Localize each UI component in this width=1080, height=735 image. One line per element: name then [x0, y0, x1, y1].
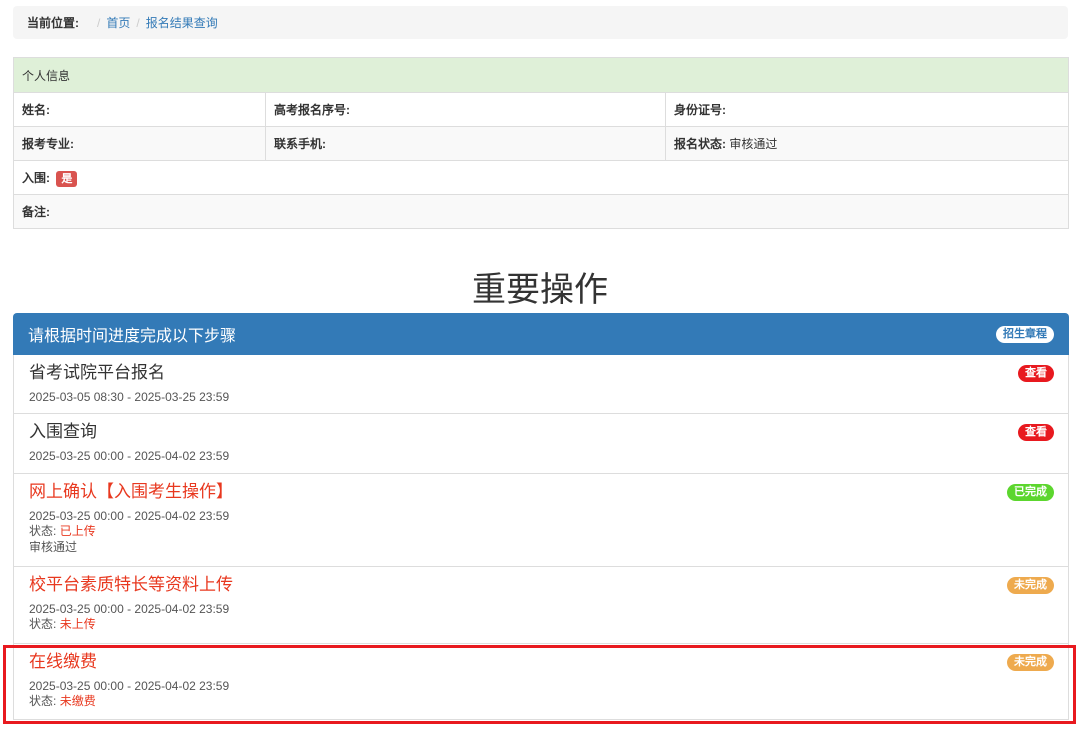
step-item-online-payment: 在线缴费 2025-03-25 00:00 - 2025-04-02 23:59… [13, 644, 1069, 720]
shortlist-label: 入围: [22, 170, 50, 185]
personal-info-header: 个人信息 [13, 57, 1069, 93]
incomplete-badge: 未完成 [1007, 577, 1054, 594]
step-time: 2025-03-25 00:00 - 2025-04-02 23:59 [29, 449, 230, 463]
registration-status-value: 审核通过 [729, 137, 778, 151]
step-item-online-confirmation: 网上确认【入围考生操作】 2025-03-25 00:00 - 2025-04-… [13, 474, 1069, 567]
id-number-label: 身份证号: [665, 92, 1069, 127]
step-status-label: 状态: [29, 617, 57, 631]
table-row: 姓名: 高考报名序号: 身份证号: [13, 92, 1069, 127]
breadcrumb: 当前位置: / 首页 / 报名结果查询 [13, 6, 1068, 39]
breadcrumb-current-link[interactable]: 报名结果查询 [146, 14, 218, 31]
step-status-value: 未缴费 [59, 694, 96, 708]
step-time: 2025-03-25 00:00 - 2025-04-02 23:59 [29, 602, 230, 616]
registration-status-cell: 报名状态: 审核通过 [665, 126, 1069, 161]
steps-panel: 请根据时间进度完成以下步骤 招生章程 省考试院平台报名 2025-03-05 0… [13, 313, 1069, 720]
table-row: 入围: 是 [13, 160, 1069, 195]
incomplete-badge: 未完成 [1007, 654, 1054, 671]
steps-panel-header: 请根据时间进度完成以下步骤 招生章程 [13, 313, 1069, 355]
breadcrumb-label: 当前位置: [27, 16, 79, 30]
step-title: 入围查询 [29, 422, 97, 441]
step-item-materials-upload: 校平台素质特长等资料上传 2025-03-25 00:00 - 2025-04-… [13, 567, 1069, 644]
step-status-label: 状态: [29, 524, 57, 538]
step-item-provincial-registration: 省考试院平台报名 2025-03-05 08:30 - 2025-03-25 2… [13, 355, 1069, 414]
step-title[interactable]: 在线缴费 [29, 652, 1053, 672]
step-status-label: 状态: [29, 694, 57, 708]
step-time: 2025-03-05 08:30 - 2025-03-25 23:59 [29, 390, 230, 404]
step-item-shortlist-query: 入围查询 2025-03-25 00:00 - 2025-04-02 23:59… [13, 414, 1069, 474]
breadcrumb-home-link[interactable]: 首页 [106, 14, 130, 31]
step-time: 2025-03-25 00:00 - 2025-04-02 23:59 [29, 679, 230, 693]
step-status-value: 未上传 [59, 617, 96, 631]
major-label: 报考专业: [13, 126, 266, 161]
exam-number-label: 高考报名序号: [265, 92, 666, 127]
table-row: 备注: [13, 194, 1069, 229]
step-title[interactable]: 校平台素质特长等资料上传 [29, 575, 1053, 595]
step-time: 2025-03-25 00:00 - 2025-04-02 23:59 [29, 509, 230, 523]
view-button[interactable]: 查看 [1018, 424, 1054, 441]
completed-badge: 已完成 [1007, 484, 1054, 501]
step-status: 状态: 已上传 [29, 523, 1053, 539]
view-button[interactable]: 查看 [1018, 365, 1054, 382]
breadcrumb-separator: / [136, 15, 140, 30]
step-title: 省考试院平台报名 [29, 363, 165, 382]
remark-label: 备注: [13, 194, 1069, 229]
steps-panel-title: 请根据时间进度完成以下步骤 [28, 328, 237, 345]
personal-info-table: 个人信息 姓名: 高考报名序号: 身份证号: 报考专业: 联系手机: 报名状态:… [13, 57, 1069, 229]
phone-label: 联系手机: [265, 126, 666, 161]
personal-info-header-row: 个人信息 [13, 57, 1069, 93]
breadcrumb-separator: / [97, 15, 101, 30]
shortlist-badge: 是 [56, 170, 78, 187]
table-row: 报考专业: 联系手机: 报名状态: 审核通过 [13, 126, 1069, 161]
step-note: 审核通过 [29, 540, 78, 554]
admission-rules-button[interactable]: 招生章程 [996, 325, 1054, 343]
shortlist-cell: 入围: 是 [13, 160, 1069, 195]
step-status: 状态: 未上传 [29, 616, 1053, 632]
step-status: 状态: 未缴费 [29, 693, 1053, 709]
step-status-value: 已上传 [59, 524, 96, 538]
section-title: 重要操作 [472, 270, 608, 310]
step-title[interactable]: 网上确认【入围考生操作】 [29, 482, 1053, 502]
name-label: 姓名: [13, 92, 266, 127]
registration-status-label: 报名状态: [674, 137, 726, 151]
